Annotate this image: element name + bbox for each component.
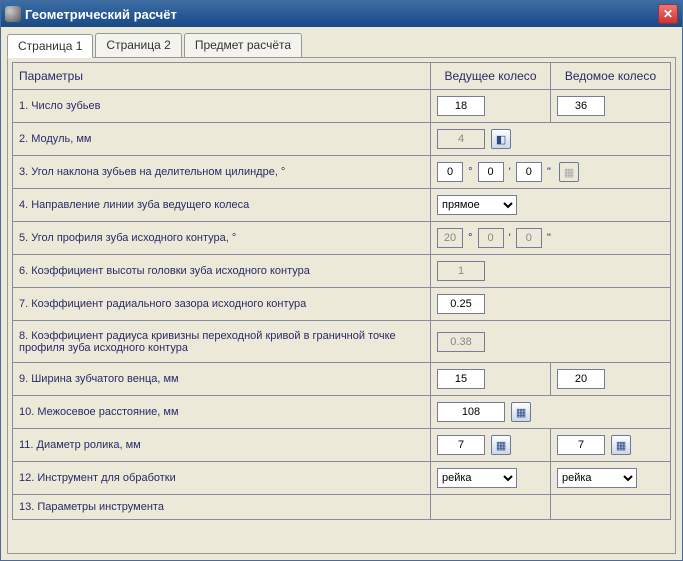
label-tool: 12. Инструмент для обработки <box>13 462 431 495</box>
tool-driven-select[interactable]: рейка <box>557 468 637 488</box>
label-tooth-direction: 4. Направление линии зуба ведущего колес… <box>13 189 431 222</box>
label-helix-angle: 3. Угол наклона зубьев на делительном ци… <box>13 156 431 189</box>
helix-sec-input[interactable] <box>516 162 542 182</box>
minute-symbol: ' <box>509 166 511 178</box>
fillet-input <box>437 332 485 352</box>
width-driven-input[interactable] <box>557 369 605 389</box>
label-fillet-radius: 8. Коэффициент радиуса кривизны переходн… <box>13 321 431 363</box>
label-profile-angle: 5. Угол профиля зуба исходного контура, … <box>13 222 431 255</box>
width-driving-input[interactable] <box>437 369 485 389</box>
label-clearance-coef: 7. Коэффициент радиального зазора исходн… <box>13 288 431 321</box>
row-addendum-coef: 6. Коэффициент высоты головки зуба исход… <box>13 255 671 288</box>
center-distance-input[interactable] <box>437 402 505 422</box>
row-profile-angle: 5. Угол профиля зуба исходного контура, … <box>13 222 671 255</box>
tab-page2[interactable]: Страница 2 <box>95 33 181 57</box>
row-helix-angle: 3. Угол наклона зубьев на делительном ци… <box>13 156 671 189</box>
teeth-driving-input[interactable] <box>437 96 485 116</box>
row-clearance-coef: 7. Коэффициент радиального зазора исходн… <box>13 288 671 321</box>
second-symbol: '' <box>547 166 551 178</box>
label-addendum-coef: 6. Коэффициент высоты головки зуба исход… <box>13 255 431 288</box>
degree-symbol: ° <box>468 166 472 178</box>
roller-driven-input[interactable] <box>557 435 605 455</box>
dialog-window: Геометрический расчёт ✕ Страница 1 Стран… <box>0 0 683 561</box>
clearance-input[interactable] <box>437 294 485 314</box>
calc-icon <box>559 162 579 182</box>
addendum-input <box>437 261 485 281</box>
module-input <box>437 129 485 149</box>
header-driving-gear: Ведущее колесо <box>431 63 551 90</box>
app-icon <box>5 6 21 22</box>
profile-deg-input <box>437 228 463 248</box>
degree-symbol: ° <box>468 232 472 244</box>
calculator-icon[interactable] <box>611 435 631 455</box>
titlebar: Геометрический расчёт ✕ <box>1 1 682 27</box>
row-tool: 12. Инструмент для обработки рейка рейка <box>13 462 671 495</box>
row-tool-params: 13. Параметры инструмента <box>13 495 671 520</box>
helix-min-input[interactable] <box>478 162 504 182</box>
calculator-icon[interactable] <box>511 402 531 422</box>
tool-params-driven <box>551 495 671 520</box>
header-driven-gear: Ведомое колесо <box>551 63 671 90</box>
label-center-distance: 10. Межосевое расстояние, мм <box>13 396 431 429</box>
calculator-icon[interactable] <box>491 435 511 455</box>
row-center-distance: 10. Межосевое расстояние, мм <box>13 396 671 429</box>
label-teeth-count: 1. Число зубьев <box>13 90 431 123</box>
tab-subject[interactable]: Предмет расчёта <box>184 33 302 57</box>
row-face-width: 9. Ширина зубчатого венца, мм <box>13 363 671 396</box>
label-roller-diameter: 11. Диаметр ролика, мм <box>13 429 431 462</box>
tab-page1[interactable]: Страница 1 <box>7 34 93 58</box>
window-title: Геометрический расчёт <box>25 7 658 22</box>
teeth-driven-input[interactable] <box>557 96 605 116</box>
roller-driving-input[interactable] <box>437 435 485 455</box>
row-fillet-radius: 8. Коэффициент радиуса кривизны переходн… <box>13 321 671 363</box>
tooth-direction-select[interactable]: прямое <box>437 195 517 215</box>
parameters-table: Параметры Ведущее колесо Ведомое колесо … <box>12 62 671 520</box>
minute-symbol: ' <box>509 232 511 244</box>
profile-min-input <box>478 228 504 248</box>
helix-deg-input[interactable] <box>437 162 463 182</box>
label-tool-params: 13. Параметры инструмента <box>13 495 431 520</box>
profile-sec-input <box>516 228 542 248</box>
tool-params-driving <box>431 495 551 520</box>
tool-driving-select[interactable]: рейка <box>437 468 517 488</box>
label-face-width: 9. Ширина зубчатого венца, мм <box>13 363 431 396</box>
row-teeth-count: 1. Число зубьев <box>13 90 671 123</box>
header-parameters: Параметры <box>13 63 431 90</box>
tabstrip: Страница 1 Страница 2 Предмет расчёта <box>1 27 682 57</box>
row-roller-diameter: 11. Диаметр ролика, мм <box>13 429 671 462</box>
eraser-icon[interactable] <box>491 129 511 149</box>
second-symbol: '' <box>547 232 551 244</box>
row-tooth-direction: 4. Направление линии зуба ведущего колес… <box>13 189 671 222</box>
content-panel: Параметры Ведущее колесо Ведомое колесо … <box>7 57 676 554</box>
label-module: 2. Модуль, мм <box>13 123 431 156</box>
close-button[interactable]: ✕ <box>658 4 678 24</box>
row-module: 2. Модуль, мм <box>13 123 671 156</box>
